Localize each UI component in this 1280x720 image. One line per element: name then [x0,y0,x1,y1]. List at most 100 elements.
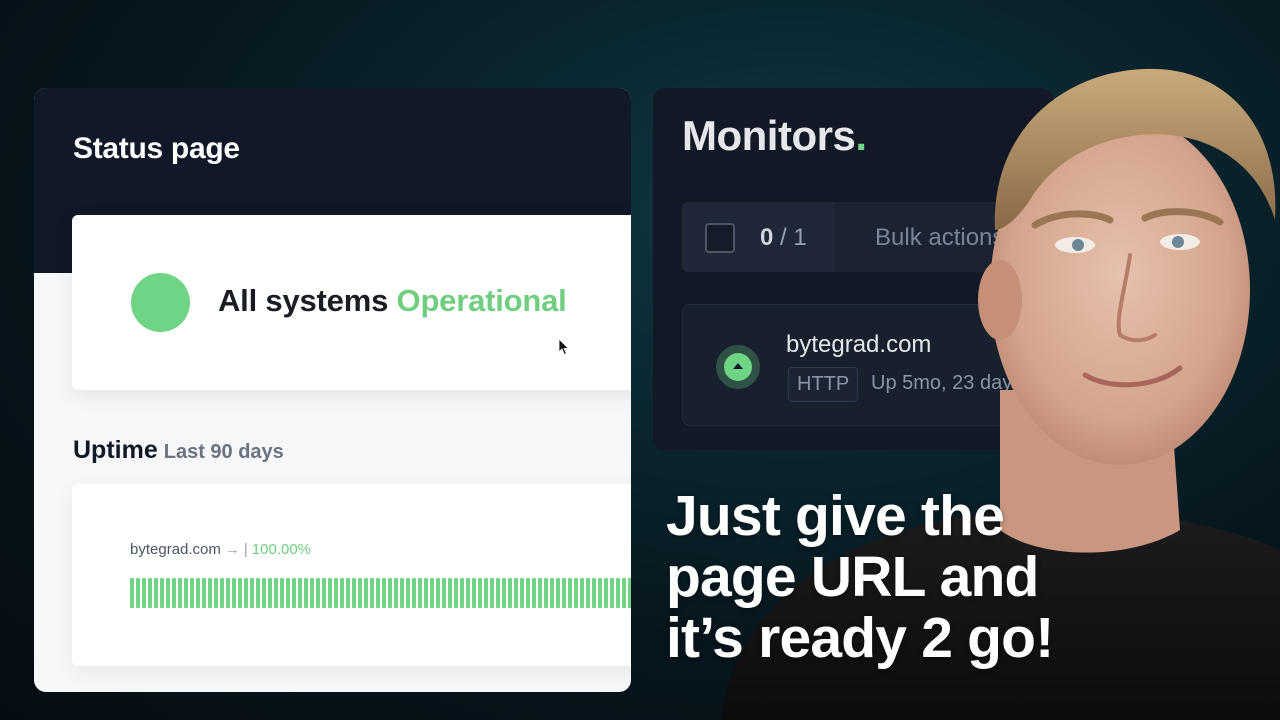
uptime-day-bar[interactable] [394,578,398,608]
uptime-day-bar[interactable] [520,578,524,608]
uptime-day-bar[interactable] [352,578,356,608]
uptime-day-bar[interactable] [214,578,218,608]
uptime-site-name[interactable]: bytegrad.com [130,541,221,558]
uptime-day-bar[interactable] [190,578,194,608]
uptime-day-bar[interactable] [280,578,284,608]
uptime-separator: | [243,541,248,558]
uptime-day-bar[interactable] [340,578,344,608]
systems-status-text: All systems Operational [218,283,567,319]
uptime-day-bar[interactable] [334,578,338,608]
uptime-day-bar[interactable] [424,578,428,608]
uptime-day-bar[interactable] [130,578,134,608]
uptime-day-bar[interactable] [604,578,608,608]
uptime-day-bar[interactable] [268,578,272,608]
uptime-day-bar[interactable] [484,578,488,608]
uptime-day-bar[interactable] [220,578,224,608]
uptime-day-bar[interactable] [388,578,392,608]
uptime-day-bar[interactable] [478,578,482,608]
uptime-day-bar[interactable] [364,578,368,608]
uptime-day-bar[interactable] [550,578,554,608]
uptime-range: Last 90 days [163,441,284,463]
uptime-day-bar[interactable] [346,578,350,608]
uptime-day-bar[interactable] [226,578,230,608]
uptime-panel: bytegrad.com → | 100.00% [72,484,631,666]
uptime-day-bar[interactable] [328,578,332,608]
up-triangle-icon [733,363,743,369]
uptime-day-bar[interactable] [598,578,602,608]
caption-line-3: it’s ready 2 go! [666,606,1054,670]
uptime-day-bar[interactable] [412,578,416,608]
uptime-day-bar[interactable] [400,578,404,608]
uptime-day-bar[interactable] [202,578,206,608]
uptime-day-bar[interactable] [466,578,470,608]
uptime-day-bar[interactable] [508,578,512,608]
systems-status-panel: All systems Operational [72,215,631,390]
uptime-day-bar[interactable] [154,578,158,608]
uptime-day-bar[interactable] [418,578,422,608]
uptime-day-bar[interactable] [184,578,188,608]
uptime-day-bar[interactable] [262,578,266,608]
uptime-day-bar[interactable] [580,578,584,608]
systems-status-value: Operational [396,283,567,318]
uptime-day-bar[interactable] [514,578,518,608]
uptime-site-row: bytegrad.com → | 100.00% [130,541,311,558]
uptime-day-bar[interactable] [610,578,614,608]
uptime-day-bar[interactable] [286,578,290,608]
uptime-day-bar[interactable] [460,578,464,608]
uptime-day-bar[interactable] [406,578,410,608]
uptime-day-bar[interactable] [298,578,302,608]
uptime-day-bar[interactable] [544,578,548,608]
uptime-day-bar[interactable] [568,578,572,608]
uptime-day-bar[interactable] [136,578,140,608]
uptime-day-bar[interactable] [244,578,248,608]
uptime-day-bar[interactable] [496,578,500,608]
uptime-day-bar[interactable] [628,578,631,608]
uptime-day-bar[interactable] [322,578,326,608]
uptime-day-bar[interactable] [238,578,242,608]
uptime-day-bar[interactable] [448,578,452,608]
uptime-day-bar[interactable] [574,578,578,608]
uptime-day-bar[interactable] [274,578,278,608]
uptime-day-bar[interactable] [196,578,200,608]
uptime-day-bar[interactable] [490,578,494,608]
arrow-right-icon: → [224,541,240,558]
uptime-day-bar[interactable] [160,578,164,608]
uptime-day-bar[interactable] [370,578,374,608]
status-dot-icon [131,273,190,332]
uptime-day-bar[interactable] [442,578,446,608]
uptime-day-bar[interactable] [436,578,440,608]
uptime-day-bar[interactable] [472,578,476,608]
uptime-day-bar[interactable] [430,578,434,608]
uptime-day-bar[interactable] [586,578,590,608]
uptime-day-bar[interactable] [148,578,152,608]
status-page-title: Status page [73,132,240,165]
uptime-day-bar[interactable] [532,578,536,608]
video-caption: Just give the page URL and it’s ready 2 … [666,486,1054,670]
uptime-day-bar[interactable] [142,578,146,608]
uptime-day-bar[interactable] [256,578,260,608]
uptime-day-bar[interactable] [304,578,308,608]
uptime-day-bar[interactable] [592,578,596,608]
uptime-day-bar[interactable] [382,578,386,608]
uptime-day-bar[interactable] [358,578,362,608]
uptime-label: Uptime [73,436,158,464]
uptime-day-bar[interactable] [166,578,170,608]
uptime-day-bar[interactable] [232,578,236,608]
uptime-day-bar[interactable] [376,578,380,608]
uptime-day-bar[interactable] [616,578,620,608]
uptime-day-bar[interactable] [292,578,296,608]
uptime-day-bar[interactable] [526,578,530,608]
uptime-day-bar[interactable] [316,578,320,608]
uptime-day-bar[interactable] [310,578,314,608]
uptime-day-bar[interactable] [208,578,212,608]
uptime-day-bar[interactable] [454,578,458,608]
mouse-cursor-icon [559,339,569,355]
uptime-day-bar[interactable] [250,578,254,608]
uptime-day-bar[interactable] [562,578,566,608]
uptime-day-bar[interactable] [622,578,626,608]
uptime-day-bar[interactable] [556,578,560,608]
uptime-day-bar[interactable] [172,578,176,608]
uptime-day-bar[interactable] [502,578,506,608]
uptime-day-bar[interactable] [178,578,182,608]
uptime-day-bar[interactable] [538,578,542,608]
